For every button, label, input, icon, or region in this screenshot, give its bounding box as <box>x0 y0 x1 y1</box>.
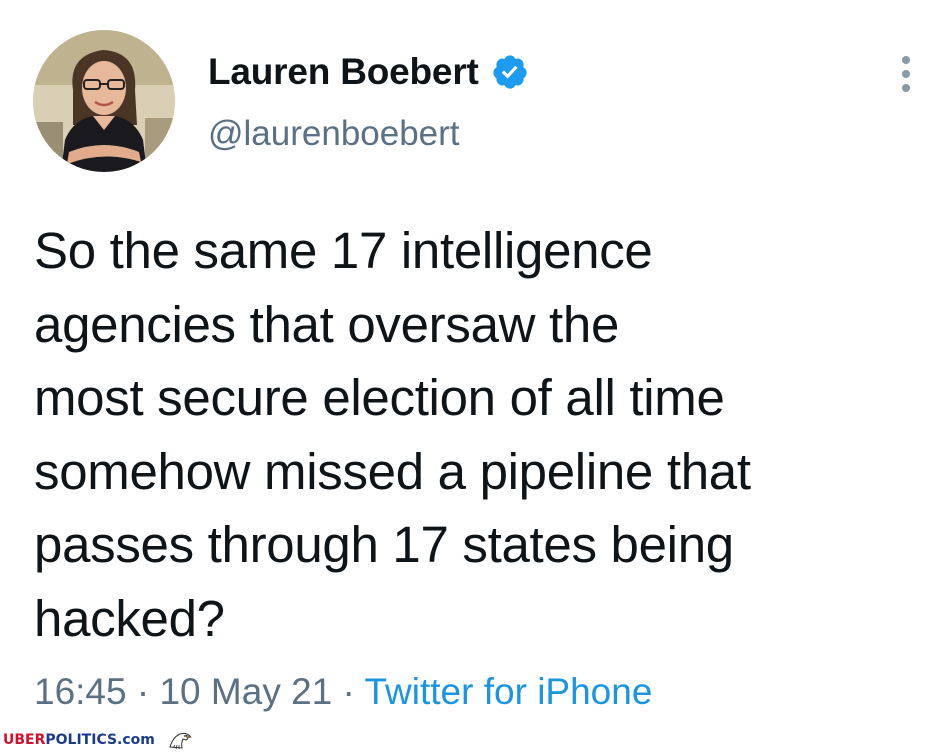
tweet-meta: 16:45 · 10 May 21 · Twitter for iPhone <box>34 671 652 713</box>
tweet-time[interactable]: 16:45 <box>34 671 127 712</box>
meta-separator: · <box>136 671 150 712</box>
more-dot <box>902 56 910 64</box>
tweet-line: most secure election of all time <box>34 369 725 426</box>
tweet-line: somehow missed a pipeline that <box>34 442 751 500</box>
watermark-part1: UBER <box>3 732 46 748</box>
more-dot <box>902 70 910 78</box>
tweet-line: hacked? <box>34 589 225 647</box>
name-row: Lauren Boebert <box>208 50 529 94</box>
user-handle[interactable]: @laurenboebert <box>208 114 460 154</box>
tweet-date[interactable]: 10 May 21 <box>159 671 332 712</box>
watermark: UBER POLITICS.com <box>3 728 193 752</box>
verified-badge-icon <box>493 55 527 89</box>
tweet-line: passes through 17 states being <box>34 516 734 573</box>
eagle-logo-icon <box>169 732 192 750</box>
meta-separator: · <box>342 671 355 712</box>
tweet-card: Lauren Boebert @laurenboebert So the sam… <box>0 0 940 753</box>
tweet-source-link[interactable]: Twitter for iPhone <box>365 671 653 712</box>
avatar[interactable] <box>33 30 175 172</box>
tweet-text: So the same 17 intelligence agencies tha… <box>34 214 914 655</box>
profile-photo <box>33 30 175 172</box>
more-options-icon[interactable] <box>898 56 914 92</box>
watermark-part2: POLITICS.com <box>45 732 155 748</box>
tweet-line: So the same 17 intelligence <box>34 222 653 279</box>
tweet-line: agencies that oversaw the <box>34 295 620 353</box>
display-name[interactable]: Lauren Boebert <box>208 51 479 93</box>
more-dot <box>902 84 910 92</box>
